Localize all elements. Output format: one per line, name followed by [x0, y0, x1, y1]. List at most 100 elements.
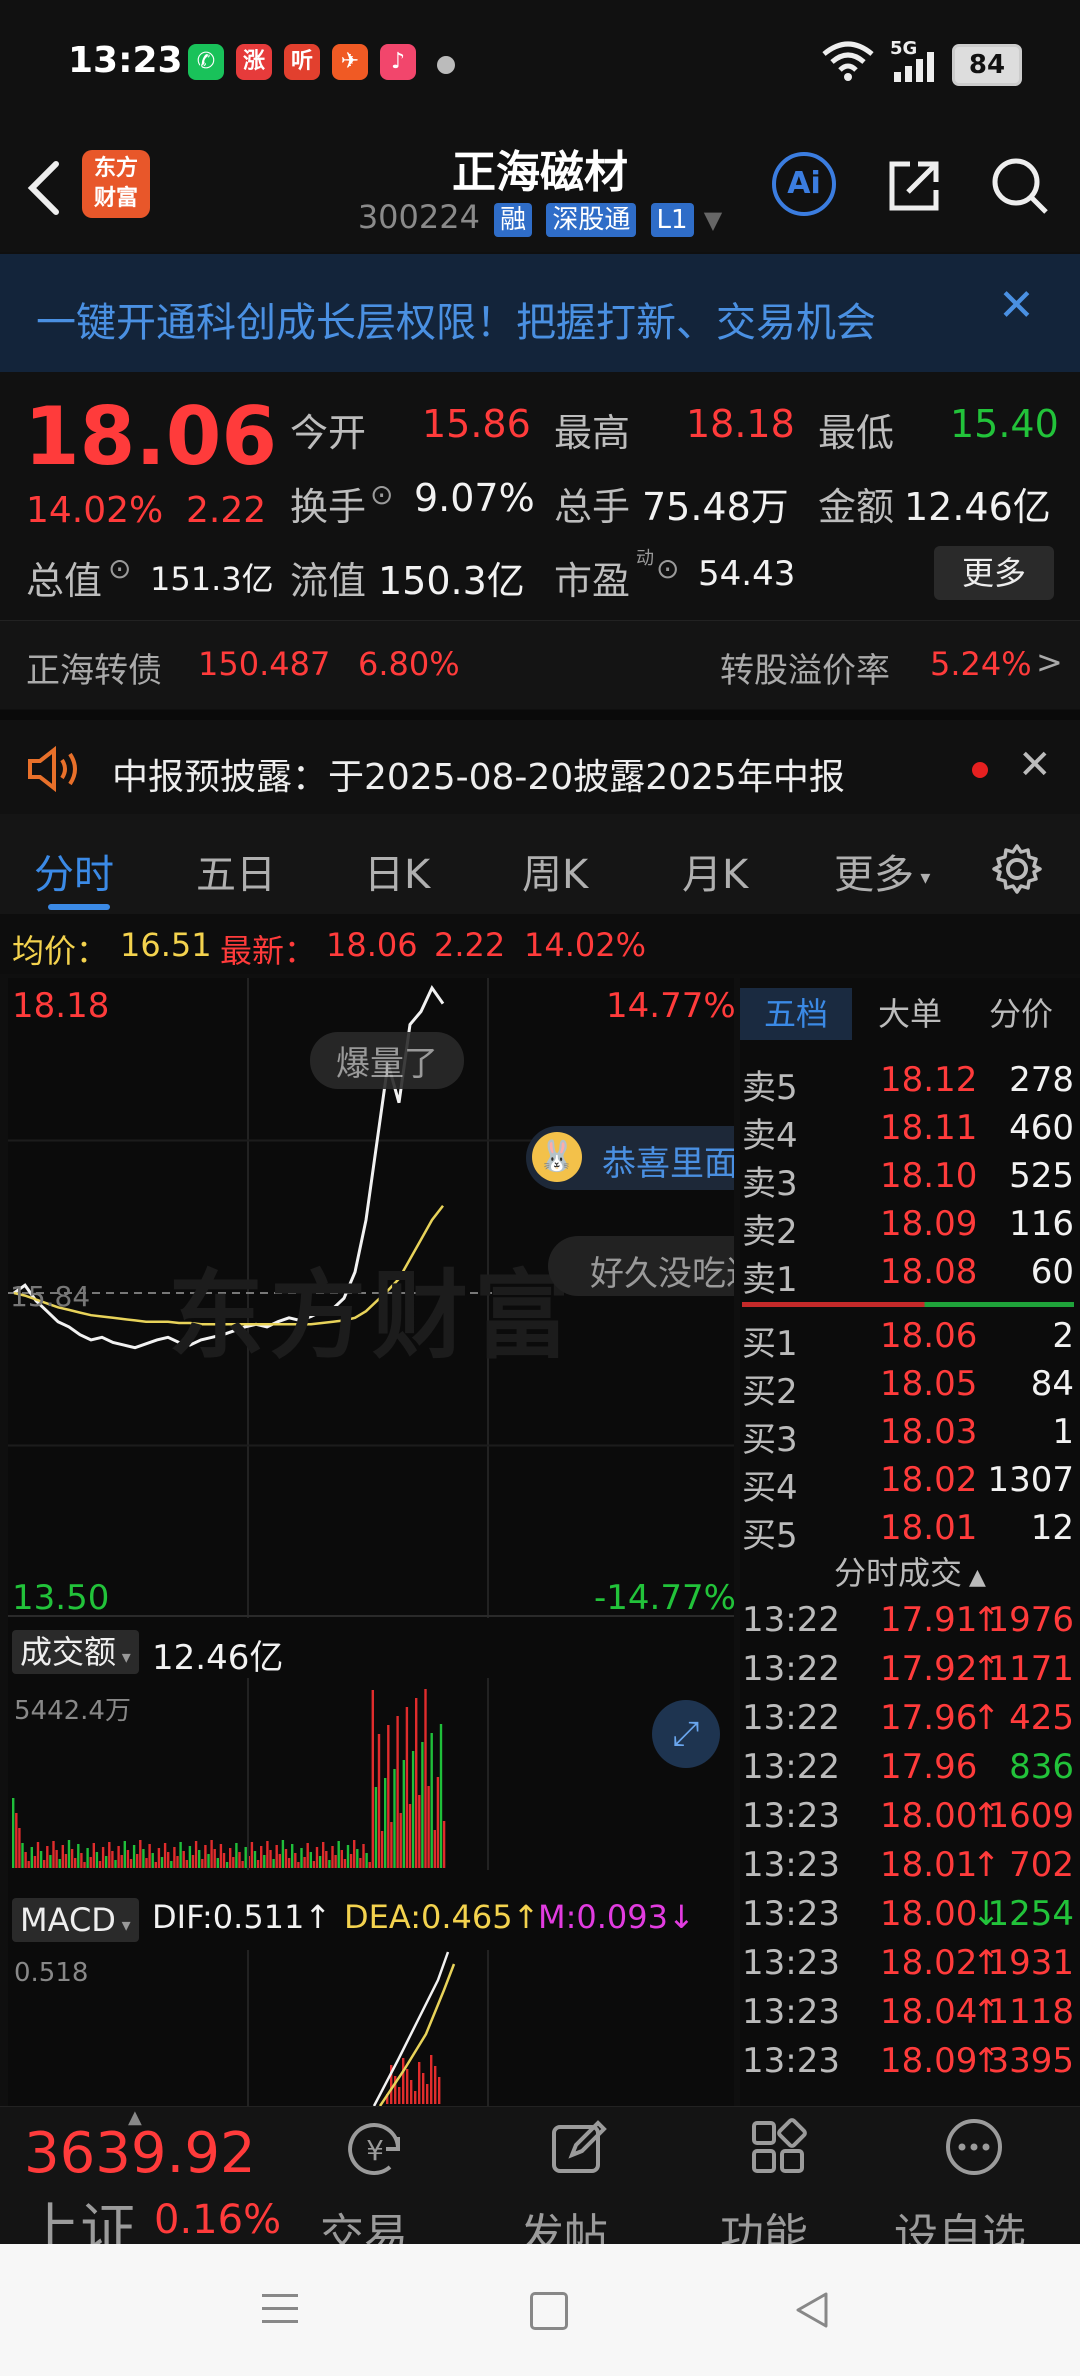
ask-row[interactable]: 卖5 18.12 278 — [740, 1060, 1074, 1108]
volume-bar — [337, 1841, 340, 1868]
tab-more[interactable]: 更多 ▾ — [834, 842, 930, 900]
stock-code: 300224 — [357, 198, 480, 236]
volume-bar — [204, 1845, 207, 1868]
turnover-label: 换手 — [290, 485, 367, 529]
volume-bar — [387, 1725, 390, 1868]
volume-bar — [232, 1857, 235, 1868]
volume-bar — [222, 1853, 226, 1868]
info-icon[interactable]: ⊙ — [108, 552, 131, 585]
ask-row[interactable]: 卖1 18.08 60 — [740, 1252, 1074, 1300]
trades-header[interactable]: 分时成交 ▲ — [740, 1548, 1080, 1594]
premium-label: 转股溢价率 — [720, 651, 890, 691]
level-volume: 84 — [1030, 1364, 1074, 1404]
volume-bar — [43, 1860, 46, 1868]
avatar: 🐰 — [532, 1132, 582, 1182]
tab-price-distribution[interactable]: 分价 — [966, 988, 1076, 1040]
latest-value: 18.06 — [326, 926, 418, 964]
volume-bar — [80, 1853, 83, 1868]
volume-bar — [328, 1860, 331, 1868]
speaker-icon — [28, 746, 77, 792]
tab-intraday[interactable]: 分时 — [34, 842, 114, 900]
ai-button[interactable]: Ai — [772, 152, 836, 216]
volume-selector[interactable]: 成交额 ▾ — [12, 1630, 139, 1674]
caret-down-icon: ▾ — [115, 1915, 131, 1936]
trade-button[interactable]: ¥ 交易 — [300, 2107, 450, 2261]
volume-bar — [365, 1853, 368, 1868]
close-icon[interactable]: ✕ — [1018, 742, 1052, 788]
grid-icon — [752, 2118, 807, 2173]
bid-row[interactable]: 买4 18.02 1307 — [740, 1460, 1074, 1508]
volume-bar — [92, 1843, 95, 1868]
functions-button[interactable]: 功能 — [700, 2107, 850, 2261]
trade-price: 18.09 — [880, 2041, 978, 2081]
info-icon[interactable]: ⊙ — [370, 478, 393, 511]
caret-up-icon: ▲ — [128, 2107, 142, 2128]
level-price: 18.11 — [880, 1108, 978, 1148]
trade-volume: 1976 — [987, 1600, 1074, 1640]
level-price: 18.02 — [880, 1460, 978, 1500]
menu-icon[interactable] — [262, 2294, 298, 2323]
index-ticker[interactable]: 3639.92 ▲ 上证 0.16% — [0, 2107, 290, 2263]
bid-row[interactable]: 买1 18.06 2 — [740, 1316, 1074, 1364]
volume-bar — [287, 1858, 291, 1868]
tag-connect: 深股通 — [546, 203, 637, 237]
search-icon[interactable] — [988, 154, 1052, 218]
volume-bar — [167, 1852, 170, 1868]
share-icon[interactable] — [884, 156, 944, 216]
ask-row[interactable]: 卖2 18.09 116 — [740, 1204, 1074, 1252]
quote-panel: 18.06 14.02% 2.22 今开 15.86 最高 18.18 最低 1… — [0, 372, 1080, 620]
macd-selector[interactable]: MACD ▾ — [12, 1898, 139, 1942]
more-button[interactable]: 更多 — [934, 546, 1054, 600]
tab-five-day[interactable]: 五日 — [196, 842, 276, 900]
level-label: 买4 — [742, 1468, 798, 1508]
settings-gear-icon[interactable] — [990, 842, 1044, 896]
post-button[interactable]: 发帖 — [500, 2107, 650, 2261]
convertible-bond-row[interactable]: 正海转债 150.487 6.80% 转股溢价率 5.24% > — [0, 620, 1080, 709]
volume-bar — [185, 1860, 188, 1868]
tab-weekly-k[interactable]: 周K — [522, 842, 588, 900]
battery-icon: 84 — [952, 44, 1022, 86]
volume-bar — [256, 1860, 260, 1868]
bid-row[interactable]: 买3 18.03 1 — [740, 1412, 1074, 1460]
tab-five-levels[interactable]: 五档 — [740, 988, 852, 1040]
y-axis-bottom-price: 13.50 — [12, 1578, 110, 1618]
active-tab-indicator — [48, 904, 110, 910]
tab-monthly-k[interactable]: 月K — [682, 842, 748, 900]
volume-bar — [114, 1860, 117, 1868]
volume-bar — [309, 1852, 312, 1868]
volume-bar — [148, 1844, 151, 1868]
comment-bubble[interactable]: 🐰 恭喜里面 — [526, 1126, 734, 1190]
latest-percent: 14.02% — [524, 926, 647, 964]
volume-bar — [396, 1716, 399, 1868]
bottom-bar: 3639.92 ▲ 上证 0.16% ¥ 交易 发帖 功能 设自选 — [0, 2106, 1080, 2263]
volume-bar — [322, 1842, 325, 1868]
macd-bar — [402, 2058, 405, 2104]
back-triangle-icon[interactable] — [794, 2290, 830, 2330]
ask-row[interactable]: 卖4 18.11 460 — [740, 1108, 1074, 1156]
expand-icon[interactable]: ⤢ — [652, 1700, 720, 1768]
comment-bubble[interactable]: 爆量了 — [310, 1032, 464, 1089]
comment-bubble[interactable]: 好久没吃过 — [548, 1236, 734, 1296]
tab-big-orders[interactable]: 大单 — [860, 988, 960, 1040]
add-watchlist-button[interactable]: 设自选 — [880, 2107, 1080, 2261]
close-icon[interactable]: ✕ — [998, 280, 1035, 331]
chevron-right-icon: > — [1036, 643, 1063, 681]
info-icon[interactable]: ⊙ — [656, 552, 679, 585]
high-label: 最高 — [554, 411, 631, 455]
tab-daily-k[interactable]: 日K — [364, 842, 430, 900]
ask-row[interactable]: 卖3 18.10 525 — [740, 1156, 1074, 1204]
notice-bar[interactable]: 中报预披露：于2025-08-20披露2025年中报 ✕ — [0, 710, 1080, 820]
bid-row[interactable]: 买2 18.05 84 — [740, 1364, 1074, 1412]
promo-banner[interactable]: 一键开通科创成长层权限！把握打新、交易机会 ✕ — [0, 254, 1080, 372]
macd-bar — [438, 2077, 441, 2104]
home-square-icon[interactable] — [530, 2292, 568, 2330]
volume-bar — [294, 1853, 297, 1868]
volume-bar — [353, 1840, 356, 1868]
trade-row: 13:23 18.04 ↑ 1118 — [740, 1992, 1074, 2040]
volume-bar — [176, 1856, 179, 1868]
volume-bar — [151, 1853, 154, 1868]
volume-bar — [120, 1855, 123, 1868]
dot-icon — [437, 56, 455, 74]
volume-bar — [33, 1856, 37, 1868]
intraday-chart[interactable]: 18.18 14.77% 13.50 -14.77% 15.84 东方财富 爆量… — [8, 978, 736, 2106]
